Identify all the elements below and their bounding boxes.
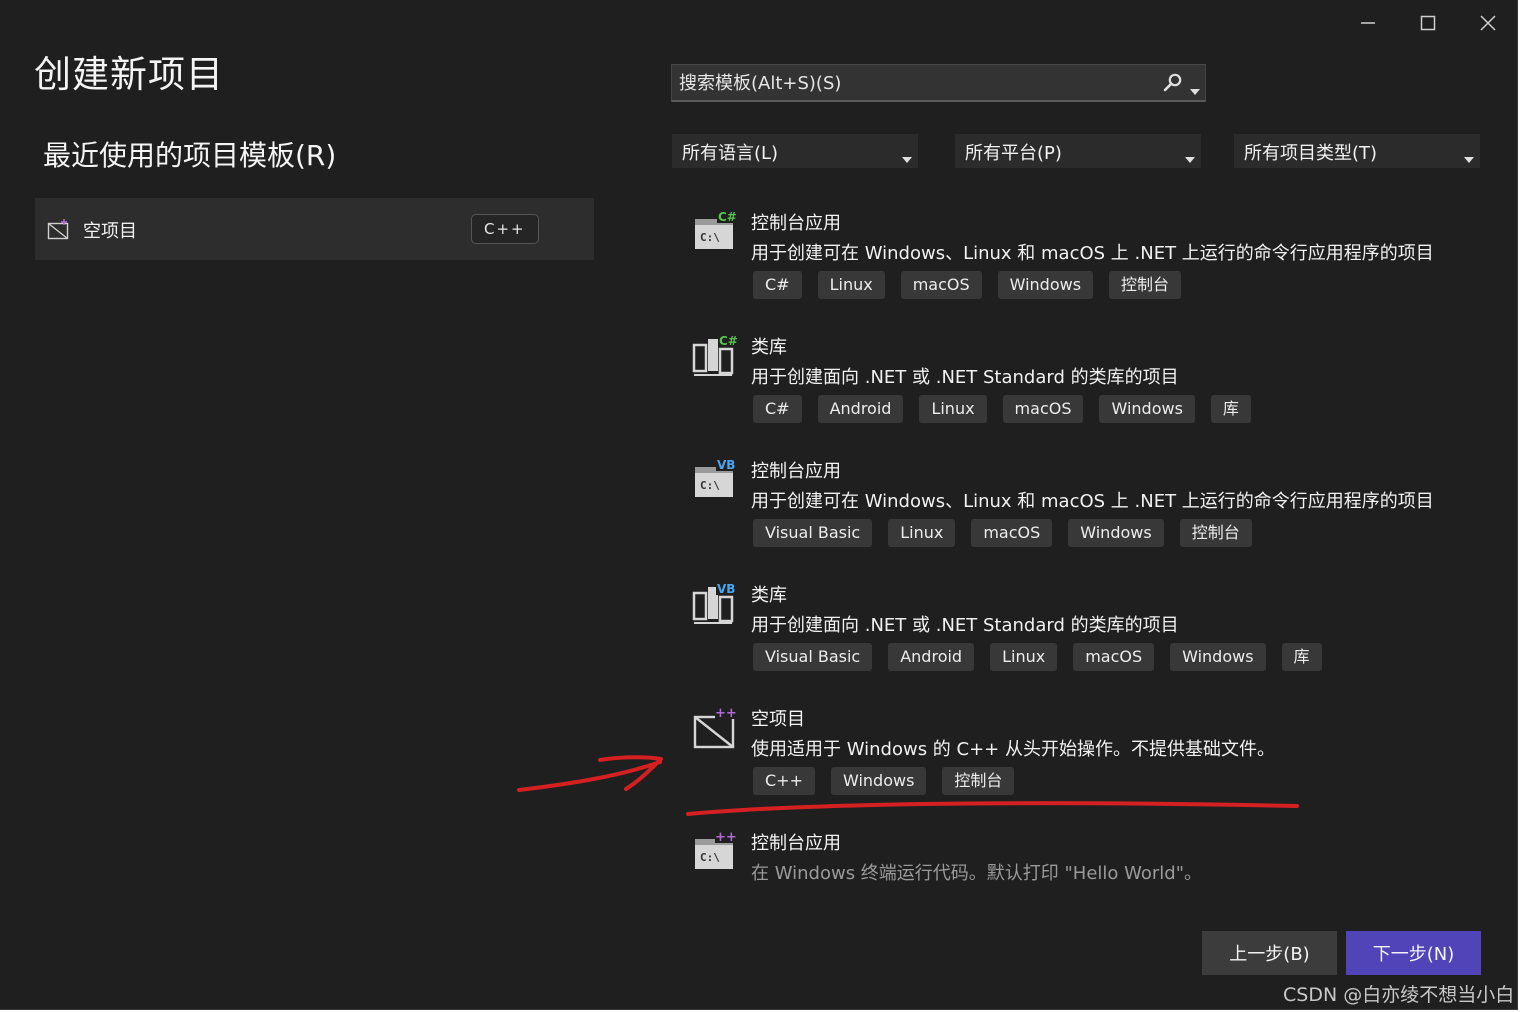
search-dropdown-icon[interactable] [1190,80,1200,99]
project-type-filter-label: 所有项目类型(T) [1244,143,1378,164]
annotation-arrow [517,755,663,792]
chevron-down-icon [1185,148,1195,167]
template-tag: C++ [753,767,815,795]
template-tag: Linux [817,271,885,299]
template-description: 用于创建面向 .NET 或 .NET Standard 的类库的项目 [751,367,1179,388]
template-name: 控制台应用 [751,461,841,482]
template-tag: 控制台 [1179,519,1252,547]
svg-text:VB: VB [717,582,735,596]
csharp-library-icon: C# [690,333,740,383]
template-description: 在 Windows 终端运行代码。默认打印 "Hello World"。 [751,863,1203,884]
cpp-console-icon: C:\ ++ [690,829,740,879]
search-icon[interactable] [1162,72,1184,98]
template-item[interactable]: VB 类库 用于创建面向 .NET 或 .NET Standard 的类库的项目… [690,581,1510,701]
template-name: 空项目 [751,709,805,730]
template-tag: Linux [888,519,956,547]
template-item[interactable]: C# 类库 用于创建面向 .NET 或 .NET Standard 的类库的项目… [690,333,1510,453]
close-icon [1480,15,1496,31]
chevron-down-icon [1464,148,1474,167]
recent-templates-heading: 最近使用的项目模板(R) [43,139,337,172]
minimize-icon [1361,22,1375,24]
template-tag: C# [753,271,802,299]
recent-template-item[interactable]: 空项目 C++ [35,198,594,260]
platform-filter[interactable]: 所有平台(P) [955,134,1201,168]
svg-text:++: ++ [715,830,737,845]
maximize-icon [1420,15,1436,31]
template-tag: Windows [1170,643,1266,671]
template-tags: Visual Basic Android Linux macOS Windows… [753,643,1322,671]
template-item[interactable]: C:\ VB 控制台应用 用于创建可在 Windows、Linux 和 macO… [690,457,1510,577]
recent-template-label: 空项目 [83,221,137,242]
back-button[interactable]: 上一步(B) [1202,931,1337,975]
template-description: 用于创建面向 .NET 或 .NET Standard 的类库的项目 [751,615,1179,636]
watermark: CSDN @白亦绫不想当小白 [1283,984,1515,1006]
template-name: 控制台应用 [751,833,841,854]
template-tag: Windows [1099,395,1195,423]
language-filter-label: 所有语言(L) [682,143,779,164]
template-tags: C# Android Linux macOS Windows 库 [753,395,1251,423]
svg-text:C#: C# [718,210,737,224]
template-tag: 库 [1210,395,1251,423]
search-input[interactable] [672,65,1151,101]
template-description: 用于创建可在 Windows、Linux 和 macOS 上 .NET 上运行的… [751,491,1434,512]
template-tag: Android [817,395,904,423]
svg-text:C#: C# [719,334,738,348]
template-tags: Visual Basic Linux macOS Windows 控制台 [753,519,1252,547]
page-title: 创建新项目 [34,53,224,96]
template-tag: Linux [990,643,1058,671]
minimize-button[interactable] [1348,8,1388,38]
next-button[interactable]: 下一步(N) [1346,931,1481,975]
project-type-filter[interactable]: 所有项目类型(T) [1234,134,1480,168]
svg-text:C:\: C:\ [700,479,720,492]
svg-text:C:\: C:\ [700,851,720,864]
template-description: 使用适用于 Windows 的 C++ 从头开始操作。不提供基础文件。 [751,739,1275,760]
template-item[interactable]: C:\ ++ 控制台应用 在 Windows 终端运行代码。默认打印 "Hell… [690,829,1510,889]
empty-project-icon [47,218,71,244]
svg-text:VB: VB [717,458,735,472]
close-button[interactable] [1468,8,1508,38]
template-tag: Windows [830,767,927,795]
template-tag: macOS [1073,643,1155,671]
template-tag: macOS [971,519,1053,547]
recent-template-tag: C++ [471,214,539,244]
template-tag: 控制台 [942,767,1015,795]
vb-console-icon: C:\ VB [690,457,740,507]
template-tag: 控制台 [1109,271,1182,299]
template-tag: Linux [919,395,987,423]
template-tag: 库 [1281,643,1322,671]
vb-library-icon: VB [690,581,740,631]
template-tag: Android [888,643,975,671]
chevron-down-icon [902,148,912,167]
template-item[interactable]: ++ 空项目 使用适用于 Windows 的 C++ 从头开始操作。不提供基础文… [690,705,1510,825]
template-tag: macOS [1002,395,1084,423]
template-name: 类库 [751,337,787,358]
svg-text:++: ++ [715,706,737,721]
template-search[interactable] [671,64,1206,102]
template-tag: Visual Basic [753,519,873,547]
platform-filter-label: 所有平台(P) [965,143,1062,164]
template-tags: C++ Windows 控制台 [753,767,1015,795]
csharp-console-icon: C:\ C# [690,209,740,259]
template-tag: Visual Basic [753,643,873,671]
template-tag: Windows [997,271,1094,299]
template-tags: C# Linux macOS Windows 控制台 [753,271,1182,299]
svg-text:C:\: C:\ [700,231,720,244]
template-name: 控制台应用 [751,213,841,234]
create-project-window: 创建新项目 最近使用的项目模板(R) 空项目 C++ 所有语言(L) [0,0,1518,1010]
maximize-button[interactable] [1408,8,1448,38]
template-tag: C# [753,395,802,423]
template-tag: Windows [1068,519,1164,547]
template-item[interactable]: C:\ C# 控制台应用 用于创建可在 Windows、Linux 和 macO… [690,209,1510,329]
template-name: 类库 [751,585,787,606]
template-description: 用于创建可在 Windows、Linux 和 macOS 上 .NET 上运行的… [751,243,1434,264]
language-filter[interactable]: 所有语言(L) [672,134,918,168]
cpp-empty-project-icon: ++ [690,705,740,755]
template-tag: macOS [900,271,982,299]
